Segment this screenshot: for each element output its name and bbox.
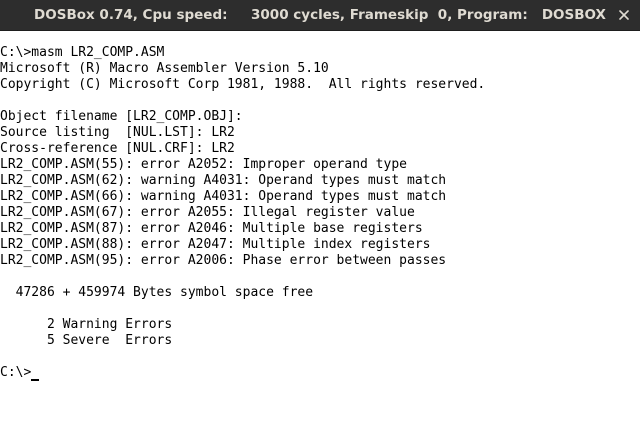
command-prompt: C:\> [0, 365, 32, 380]
close-button[interactable] [613, 4, 635, 26]
console-line: LR2_COMP.ASM(88): error A2047: Multiple … [0, 237, 431, 252]
console-line: LR2_COMP.ASM(55): error A2052: Improper … [0, 157, 407, 172]
command-prompt-line[interactable]: C:\> [0, 365, 640, 381]
console-line: Microsoft (R) Macro Assembler Version 5.… [0, 61, 329, 76]
console-line: 2 Warning Errors [0, 317, 173, 332]
console-line: LR2_COMP.ASM(66): warning A4031: Operand… [0, 189, 447, 204]
console-line: Source listing [NUL.LST]: LR2 [0, 125, 235, 140]
console-line: Copyright (C) Microsoft Corp 1981, 1988.… [0, 77, 486, 92]
console-line: Cross-reference [NUL.CRF]: LR2 [0, 141, 235, 156]
dos-console[interactable]: C:\>masm LR2_COMP.ASM Microsoft (R) Macr… [0, 45, 640, 428]
console-line: LR2_COMP.ASM(87): error A2046: Multiple … [0, 221, 423, 236]
console-line: LR2_COMP.ASM(62): warning A4031: Operand… [0, 173, 447, 188]
dosbox-window: DOSBox 0.74, Cpu speed: 3000 cycles, Fra… [0, 0, 640, 428]
close-icon [619, 10, 629, 20]
console-line: Object filename [LR2_COMP.OBJ]: [0, 109, 243, 124]
window-title: DOSBox 0.74, Cpu speed: 3000 cycles, Fra… [34, 7, 606, 23]
console-line: 5 Severe Errors [0, 333, 173, 348]
console-line: LR2_COMP.ASM(95): error A2006: Phase err… [0, 253, 447, 268]
title-bar[interactable]: DOSBox 0.74, Cpu speed: 3000 cycles, Fra… [0, 0, 640, 31]
console-line: LR2_COMP.ASM(67): error A2055: Illegal r… [0, 205, 415, 220]
text-cursor [31, 379, 40, 381]
console-line: 47286 + 459974 Bytes symbol space free [0, 285, 314, 300]
console-line: C:\>masm LR2_COMP.ASM [0, 45, 165, 60]
